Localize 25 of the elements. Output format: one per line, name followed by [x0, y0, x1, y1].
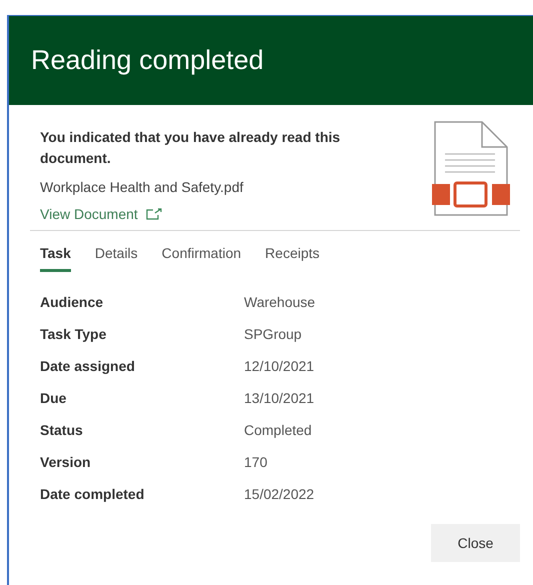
field-label: Audience	[40, 294, 104, 310]
tab[interactable]: Receipts	[265, 237, 320, 272]
field-value: SPGroup	[244, 326, 302, 342]
field-label: Due	[40, 390, 68, 406]
field-value: 12/10/2021	[244, 358, 314, 374]
field-value: 13/10/2021	[244, 390, 314, 406]
field-label: Version	[40, 454, 92, 470]
external-link-icon	[146, 208, 163, 220]
message-text: You indicated that you have already read this document.	[40, 128, 342, 168]
tab[interactable]: Details	[94, 237, 138, 272]
document-icon	[432, 121, 510, 217]
field-label: Status	[40, 422, 84, 438]
dialog-title: Reading completed	[31, 45, 264, 76]
field-value: 170	[244, 454, 268, 470]
tab[interactable]: Confirmation	[162, 237, 242, 272]
view-document-link[interactable]: View Document	[40, 206, 138, 222]
tab[interactable]: Task	[40, 237, 71, 272]
close-button[interactable]: Close	[431, 524, 520, 562]
field-label: Task Type	[40, 326, 108, 342]
field-value: Completed	[244, 422, 312, 438]
file-name: Workplace Health and Safety.pdf	[40, 179, 244, 195]
field-label: Date completed	[40, 486, 146, 502]
field-value: 15/02/2022	[244, 486, 314, 502]
field-label: Date assigned	[40, 358, 136, 374]
field-value: Warehouse	[244, 294, 316, 310]
